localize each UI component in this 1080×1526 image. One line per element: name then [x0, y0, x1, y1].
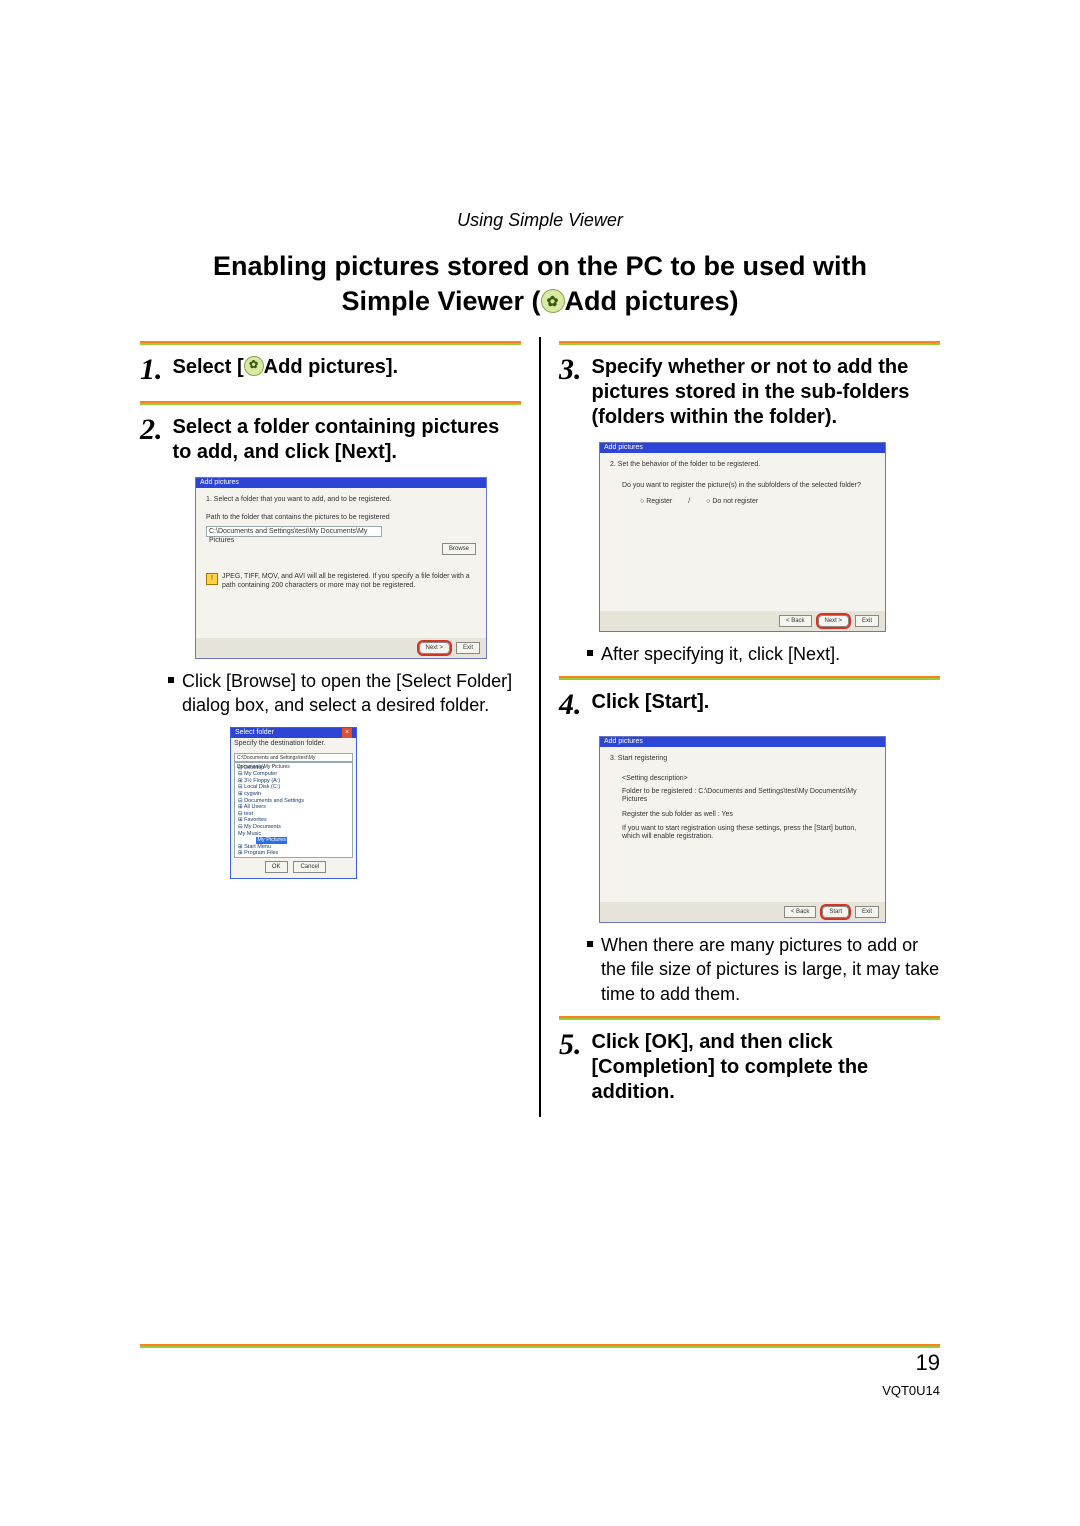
step-text: Select [✿Add pictures].	[173, 351, 522, 380]
subfolder-dialog: Add pictures 2. Set the behavior of the …	[599, 442, 886, 632]
bullet-dot-icon	[587, 941, 593, 947]
start-button[interactable]: Start	[822, 906, 849, 918]
browse-button[interactable]: Browse	[442, 543, 476, 555]
add-pictures-icon: ✿	[244, 356, 264, 376]
page-number: 19	[916, 1350, 940, 1376]
step-5: 5. Click [OK], and then click [Completio…	[559, 1016, 940, 1105]
register-radio[interactable]: Register	[640, 498, 672, 505]
dialog-titlebar: Add pictures	[600, 737, 885, 747]
step-number: 1.	[140, 351, 163, 389]
exit-button[interactable]: Exit	[855, 906, 879, 918]
start-registering-dialog: Add pictures 3. Start registering <Setti…	[599, 736, 886, 923]
folder-tree[interactable]: ⊟ Desktop ⊟ My Computer ⊞ 3½ Floppy (A:)…	[234, 762, 353, 858]
setting-hint: If you want to start registration using …	[622, 825, 875, 842]
exit-button[interactable]: Exit	[855, 615, 879, 627]
page-title: Enabling pictures stored on the PC to be…	[140, 249, 940, 319]
step-2: 2. Select a folder containing pictures t…	[140, 401, 521, 465]
warning-text: JPEG, TIFF, MOV, and AVI will all be reg…	[222, 573, 476, 590]
close-icon[interactable]: ×	[342, 728, 352, 738]
setting-folder: Folder to be registered : C:\Documents a…	[622, 788, 875, 805]
step-text: Select a folder containing pictures to a…	[173, 411, 522, 465]
option-separator: /	[688, 498, 690, 505]
path-input[interactable]: C:\Documents and Settings\test\My Docume…	[206, 526, 382, 537]
do-not-register-radio[interactable]: Do not register	[706, 498, 758, 505]
step-3: 3. Specify whether or not to add the pic…	[559, 341, 940, 430]
setting-subfolder: Register the sub folder as well : Yes	[622, 811, 875, 819]
step-number: 5.	[559, 1026, 582, 1064]
selected-folder[interactable]: My Pictures	[256, 837, 287, 844]
right-column: 3. Specify whether or not to add the pic…	[559, 337, 940, 1117]
step-4: 4. Click [Start].	[559, 676, 940, 724]
step-1: 1. Select [✿Add pictures].	[140, 341, 521, 389]
step-number: 2.	[140, 411, 163, 449]
dialog-question: Do you want to register the picture(s) i…	[622, 482, 875, 490]
next-button[interactable]: Next >	[818, 615, 850, 627]
step-rule	[559, 1016, 940, 1020]
dialog-titlebar: Add pictures	[196, 478, 486, 488]
select-folder-dialog: Select folder × Specify the destination …	[230, 727, 357, 878]
doc-code: VQT0U14	[882, 1383, 940, 1398]
add-pictures-dialog: Add pictures 1. Select a folder that you…	[195, 477, 487, 659]
dialog-titlebar: Select folder ×	[231, 728, 356, 738]
next-button[interactable]: Next >	[419, 642, 451, 654]
setting-description: <Setting description>	[622, 775, 875, 783]
dialog-label: Specify the destination folder.	[234, 740, 353, 748]
dialog-label: Path to the folder that contains the pic…	[206, 514, 476, 522]
dialog-instruction: 2. Set the behavior of the folder to be …	[610, 461, 875, 469]
page-title-line2b: Add pictures)	[565, 286, 739, 316]
exit-button[interactable]: Exit	[456, 642, 480, 654]
header-context: Using Simple Viewer	[140, 210, 940, 231]
back-button[interactable]: < Back	[779, 615, 812, 627]
bullet-dot-icon	[168, 677, 174, 683]
step-text: Click [OK], and then click [Completion] …	[592, 1026, 941, 1105]
path-input[interactable]: C:\Documents and Settings\test\My Docume…	[234, 753, 353, 762]
bullet-item: When there are many pictures to add or t…	[587, 933, 940, 1006]
page-title-line1: Enabling pictures stored on the PC to be…	[213, 251, 867, 281]
step-rule	[559, 341, 940, 345]
warning-icon: !	[206, 573, 218, 585]
add-pictures-icon: ✿	[541, 289, 565, 313]
cancel-button[interactable]: Cancel	[293, 861, 326, 873]
step-rule	[140, 401, 521, 405]
back-button[interactable]: < Back	[784, 906, 817, 918]
step-number: 4.	[559, 686, 582, 724]
bottom-rule	[140, 1344, 940, 1348]
bullet-dot-icon	[587, 650, 593, 656]
bullet-item: After specifying it, click [Next].	[587, 642, 940, 666]
dialog-heading: 3. Start registering	[610, 755, 875, 763]
dialog-instruction: 1. Select a folder that you want to add,…	[206, 496, 476, 504]
bullet-item: Click [Browse] to open the [Select Folde…	[168, 669, 521, 718]
step-number: 3.	[559, 351, 582, 389]
step-rule	[559, 676, 940, 680]
step-text: Specify whether or not to add the pictur…	[592, 351, 941, 430]
ok-button[interactable]: OK	[265, 861, 288, 873]
column-divider	[539, 337, 541, 1117]
step-text: Click [Start].	[592, 686, 941, 715]
dialog-titlebar: Add pictures	[600, 443, 885, 453]
step-rule	[140, 341, 521, 345]
left-column: 1. Select [✿Add pictures]. 2. Select a f…	[140, 337, 521, 1117]
page-title-line2a: Simple Viewer (	[341, 286, 540, 316]
